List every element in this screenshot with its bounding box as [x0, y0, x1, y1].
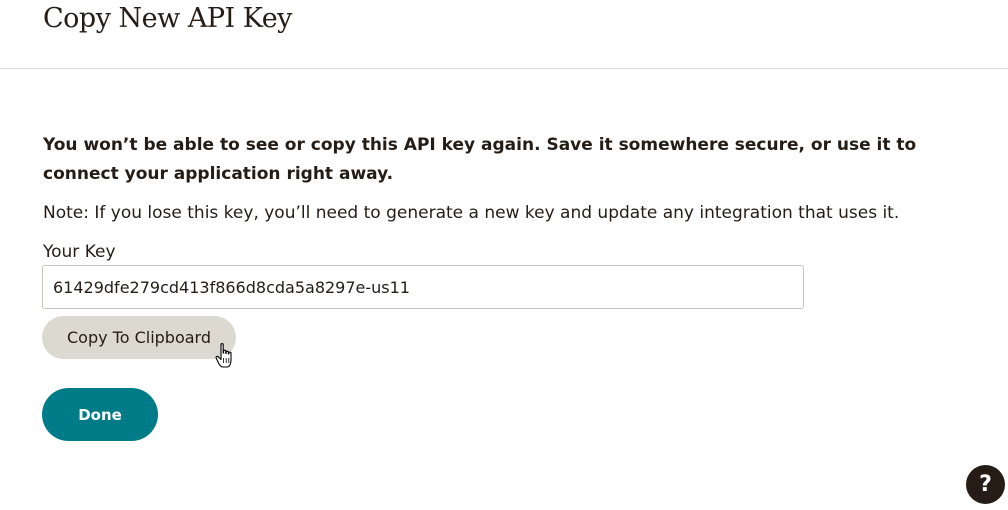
question-mark-icon: ?	[979, 472, 992, 497]
page-title: Copy New API Key	[43, 3, 292, 34]
hand-pointer-cursor-icon	[215, 343, 232, 368]
key-label: Your Key	[43, 242, 116, 262]
api-key-page: Copy New API Key You won’t be able to se…	[0, 0, 1008, 510]
help-button[interactable]: ?	[966, 465, 1005, 504]
note-message: Note: If you lose this key, you’ll need …	[43, 203, 900, 223]
page-header: Copy New API Key	[0, 0, 1008, 69]
api-key-input[interactable]	[42, 265, 804, 309]
done-button[interactable]: Done	[42, 388, 158, 441]
copy-to-clipboard-button[interactable]: Copy To Clipboard	[42, 316, 236, 359]
warning-message: You won’t be able to see or copy this AP…	[43, 135, 917, 184]
